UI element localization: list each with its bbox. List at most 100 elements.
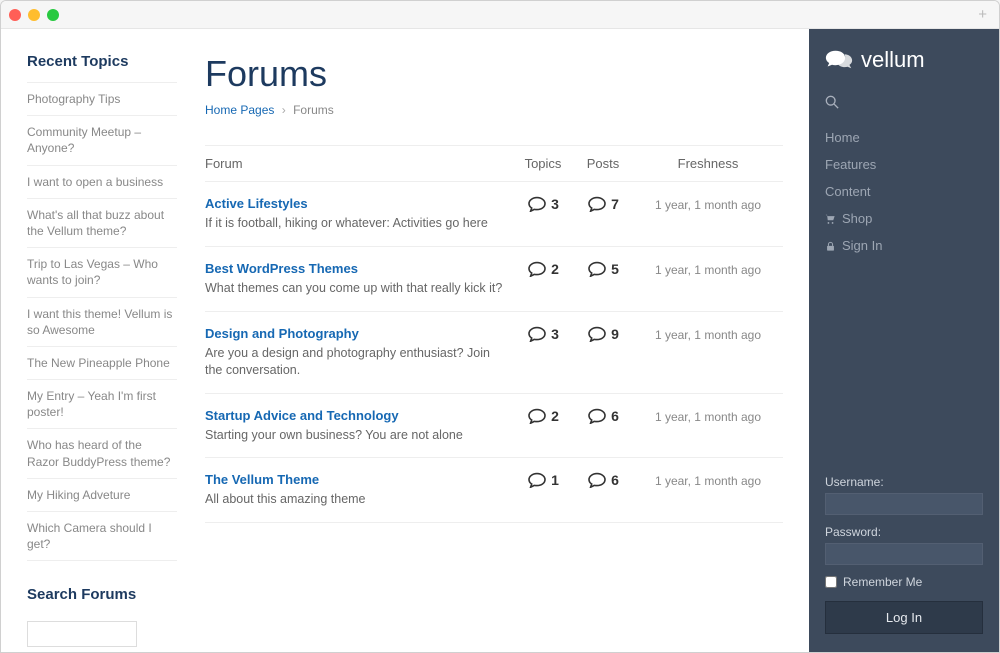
topics-count: 3	[551, 196, 559, 212]
forum-info: Best WordPress Themes What themes can you…	[205, 261, 513, 297]
nav-search-button[interactable]	[825, 95, 983, 112]
forum-freshness: 1 year, 1 month ago	[633, 472, 783, 488]
forum-posts-stat: 6	[573, 408, 633, 424]
forum-row: The Vellum Theme All about this amazing t…	[205, 458, 783, 523]
recent-topic-link[interactable]: Who has heard of the Razor BuddyPress th…	[27, 429, 177, 478]
nav-item-label: Sign In	[842, 238, 882, 253]
forum-row: Active Lifestyles If it is football, hiki…	[205, 182, 783, 247]
recent-topic-link[interactable]: Which Camera should I get?	[27, 512, 177, 561]
posts-count: 5	[611, 261, 619, 277]
username-label: Username:	[825, 475, 983, 489]
nav-list: Home Features Content Shop Sign In	[825, 124, 983, 259]
password-label: Password:	[825, 525, 983, 539]
nav-item-features[interactable]: Features	[825, 151, 983, 178]
viewport: Recent Topics Photography Tips Community…	[1, 29, 999, 652]
username-input[interactable]	[825, 493, 983, 515]
nav-item-content[interactable]: Content	[825, 178, 983, 205]
forum-posts-stat: 5	[573, 261, 633, 277]
forum-description: All about this amazing theme	[205, 491, 503, 508]
nav-item-signin[interactable]: Sign In	[825, 232, 983, 259]
speech-bubble-icon	[527, 408, 547, 424]
new-tab-button[interactable]: +	[974, 6, 991, 23]
recent-topic-link[interactable]: My Hiking Adveture	[27, 479, 177, 512]
forum-topics-stat: 2	[513, 408, 573, 424]
breadcrumb: Home Pages › Forums	[205, 103, 783, 117]
recent-topic-link[interactable]: Community Meetup – Anyone?	[27, 116, 177, 165]
content: Forums Home Pages › Forums Forum Topics …	[197, 53, 783, 612]
forum-description: If it is football, hiking or whatever: A…	[205, 215, 503, 232]
recent-topic-link[interactable]: Trip to Las Vegas – Who wants to join?	[27, 248, 177, 297]
breadcrumb-home-link[interactable]: Home Pages	[205, 103, 274, 117]
window-minimize-button[interactable]	[28, 9, 40, 21]
forum-description: Starting your own business? You are not …	[205, 427, 503, 444]
forum-topics-stat: 1	[513, 472, 573, 488]
forum-freshness: 1 year, 1 month ago	[633, 196, 783, 212]
forum-topics-stat: 2	[513, 261, 573, 277]
recent-topics-list: Photography Tips Community Meetup – Anyo…	[27, 82, 177, 561]
nav-item-label: Shop	[842, 211, 872, 226]
nav-item-shop[interactable]: Shop	[825, 205, 983, 232]
forum-title-link[interactable]: Design and Photography	[205, 326, 503, 341]
forum-topics-stat: 3	[513, 196, 573, 212]
recent-topic-link[interactable]: My Entry – Yeah I'm first poster!	[27, 380, 177, 429]
forum-title-link[interactable]: The Vellum Theme	[205, 472, 503, 487]
breadcrumb-current: Forums	[293, 103, 334, 117]
main-area: Recent Topics Photography Tips Community…	[1, 29, 809, 652]
recent-topic-link[interactable]: I want this theme! Vellum is so Awesome	[27, 298, 177, 347]
window-close-button[interactable]	[9, 9, 21, 21]
col-header-topics: Topics	[513, 156, 573, 171]
forum-search-input[interactable]	[27, 621, 137, 647]
forum-description: What themes can you come up with that re…	[205, 280, 503, 297]
recent-topic-link[interactable]: The New Pineapple Phone	[27, 347, 177, 380]
topics-count: 1	[551, 472, 559, 488]
brand[interactable]: vellum	[825, 47, 983, 73]
topics-count: 3	[551, 326, 559, 342]
forum-posts-stat: 6	[573, 472, 633, 488]
speech-bubble-icon	[587, 472, 607, 488]
page-title: Forums	[205, 53, 783, 95]
remember-checkbox[interactable]	[825, 576, 837, 588]
forum-table-header: Forum Topics Posts Freshness	[205, 145, 783, 182]
remember-label: Remember Me	[843, 575, 922, 589]
forum-row: Best WordPress Themes What themes can you…	[205, 247, 783, 312]
login-button[interactable]: Log In	[825, 601, 983, 634]
forum-description: Are you a design and photography enthusi…	[205, 345, 503, 379]
speech-bubble-icon	[587, 196, 607, 212]
forum-title-link[interactable]: Startup Advice and Technology	[205, 408, 503, 423]
browser-window: + Recent Topics Photography Tips Communi…	[0, 0, 1000, 653]
posts-count: 6	[611, 472, 619, 488]
right-sidebar: vellum Home Features Content Shop	[809, 29, 999, 652]
speech-bubble-icon	[527, 261, 547, 277]
search-forums-heading: Search Forums	[27, 586, 177, 603]
speech-bubble-icon	[527, 472, 547, 488]
breadcrumb-separator: ›	[282, 103, 286, 117]
forum-row: Design and Photography Are you a design a…	[205, 312, 783, 394]
recent-topic-link[interactable]: I want to open a business	[27, 166, 177, 199]
forum-freshness: 1 year, 1 month ago	[633, 408, 783, 424]
forum-posts-stat: 7	[573, 196, 633, 212]
forum-title-link[interactable]: Best WordPress Themes	[205, 261, 503, 276]
speech-bubble-icon	[527, 196, 547, 212]
forum-freshness: 1 year, 1 month ago	[633, 261, 783, 277]
speech-bubble-icon	[587, 261, 607, 277]
forum-row: Startup Advice and Technology Starting yo…	[205, 394, 783, 459]
cart-icon	[825, 213, 836, 224]
forum-freshness: 1 year, 1 month ago	[633, 326, 783, 342]
window-title-bar: +	[1, 1, 999, 29]
recent-topic-link[interactable]: What's all that buzz about the Vellum th…	[27, 199, 177, 248]
search-icon	[825, 97, 839, 112]
recent-topic-link[interactable]: Photography Tips	[27, 83, 177, 116]
password-input[interactable]	[825, 543, 983, 565]
posts-count: 6	[611, 408, 619, 424]
nav-item-home[interactable]: Home	[825, 124, 983, 151]
speech-bubble-icon	[587, 408, 607, 424]
login-block: Username: Password: Remember Me Log In	[825, 475, 983, 634]
recent-topics-heading: Recent Topics	[27, 53, 177, 70]
window-zoom-button[interactable]	[47, 9, 59, 21]
speech-bubble-icon	[527, 326, 547, 342]
remember-row: Remember Me	[825, 575, 983, 589]
forum-title-link[interactable]: Active Lifestyles	[205, 196, 503, 211]
lock-icon	[825, 240, 836, 251]
col-header-forum: Forum	[205, 156, 513, 171]
col-header-posts: Posts	[573, 156, 633, 171]
